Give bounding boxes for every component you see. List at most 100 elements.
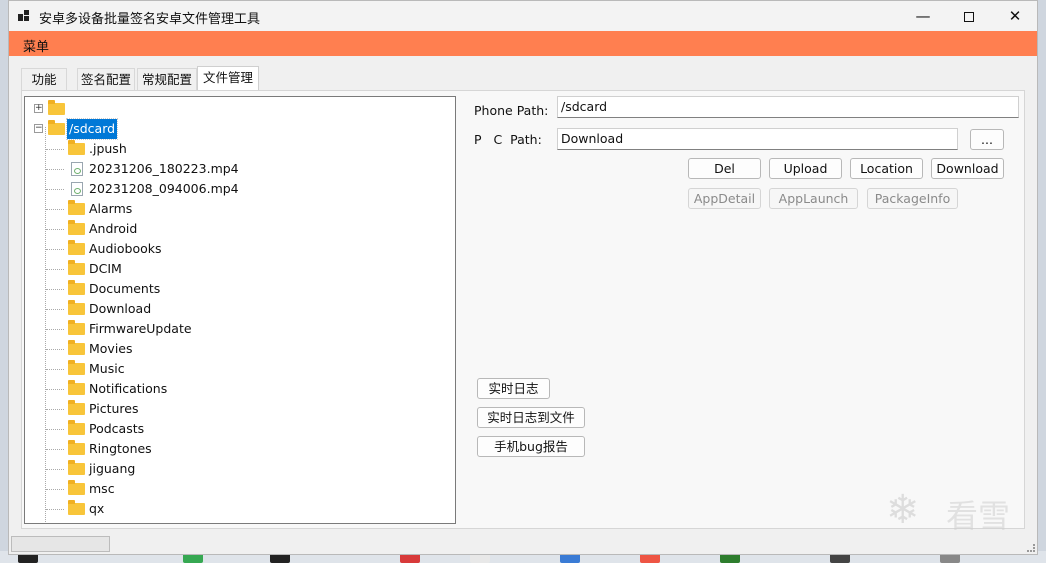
del-button[interactable]: Del <box>688 158 761 179</box>
package-info-button[interactable]: PackageInfo <box>867 188 958 209</box>
status-bar <box>9 534 1037 554</box>
app-launch-button[interactable]: AppLaunch <box>769 188 858 209</box>
app-detail-button[interactable]: AppDetail <box>688 188 761 209</box>
tree-node-label: Notifications <box>89 381 168 396</box>
folder-icon <box>68 300 85 315</box>
pc-path-field[interactable]: Download <box>557 128 958 150</box>
tree-node-folder[interactable]: Pictures <box>25 399 445 419</box>
download-button[interactable]: Download <box>931 158 1004 179</box>
close-icon: ✕ <box>1008 7 1022 25</box>
folder-icon <box>68 340 85 355</box>
folder-icon <box>68 200 85 215</box>
watermark-text: 看雪 <box>946 497 1011 535</box>
tree-node-folder[interactable]: Documents <box>25 279 445 299</box>
menu-item-main[interactable]: 菜单 <box>23 36 49 55</box>
tree-node-label: /sdcard <box>65 118 119 140</box>
phone-path-label: Phone Path: <box>474 103 549 118</box>
tree-node-label: Podcasts <box>89 421 145 436</box>
tree-node-folder[interactable]: Android <box>25 219 445 239</box>
tree-connector <box>46 409 64 410</box>
tree-node-label: Movies <box>89 341 133 356</box>
video-file-icon <box>71 162 83 176</box>
tree-node-folder[interactable]: qx <box>25 499 445 519</box>
tab-file-manager[interactable]: 文件管理 <box>197 66 259 90</box>
location-button[interactable]: Location <box>850 158 923 179</box>
tree-node-label: Ringtones <box>89 441 152 456</box>
folder-icon <box>48 120 65 135</box>
folder-icon <box>48 100 65 115</box>
tree-node-folder[interactable]: FirmwareUpdate <box>25 319 445 339</box>
phone-path-field[interactable]: /sdcard <box>557 96 1019 118</box>
tree-connector <box>46 149 64 150</box>
tree-connector <box>46 509 64 510</box>
tree-node-label: 20231206_180223.mp4 <box>89 161 239 176</box>
title-bar[interactable]: 安卓多设备批量签名安卓文件管理工具 — ✕ <box>9 1 1037 31</box>
tree-node-label: DCIM <box>89 261 122 276</box>
tree-node-folder[interactable]: .jpush <box>25 139 445 159</box>
status-progress-bar <box>11 536 110 552</box>
tree-node-folder[interactable]: Movies <box>25 339 445 359</box>
tree-connector <box>46 229 64 230</box>
tree-node-sdcard[interactable]: − /sdcard <box>25 118 445 140</box>
tree-node-label: qx <box>89 501 105 516</box>
tree-node-label: 20231208_094006.mp4 <box>89 181 239 196</box>
close-button[interactable]: ✕ <box>992 1 1037 31</box>
tree-node-folder[interactable]: Notifications <box>25 379 445 399</box>
realtime-log-to-file-button[interactable]: 实时日志到文件 <box>477 407 585 428</box>
tree-node-label: Audiobooks <box>89 241 162 256</box>
tree-connector <box>46 329 64 330</box>
tree-node-folder[interactable]: Podcasts <box>25 419 445 439</box>
maximize-button[interactable] <box>946 1 992 31</box>
tree-node-folder[interactable]: Alarms <box>25 199 445 219</box>
folder-icon <box>68 240 85 255</box>
snowflake-icon: ❄ <box>886 487 920 533</box>
folder-icon <box>68 420 85 435</box>
minimize-button[interactable]: — <box>900 1 946 31</box>
tree-connector <box>46 309 64 310</box>
folder-icon <box>68 260 85 275</box>
watermark-logo: ❄ 看雪 <box>886 487 1036 535</box>
tree-node-root-collapsed[interactable]: + <box>25 99 445 119</box>
folder-icon <box>68 140 85 155</box>
tree-connector <box>46 489 64 490</box>
tree-connector <box>46 189 64 190</box>
realtime-log-button[interactable]: 实时日志 <box>477 378 550 399</box>
folder-icon <box>68 320 85 335</box>
tree-connector <box>46 249 64 250</box>
browse-button[interactable]: ... <box>970 129 1004 150</box>
bug-report-button[interactable]: 手机bug报告 <box>477 436 585 457</box>
tree-connector <box>46 369 64 370</box>
tree-node-folder[interactable]: Download <box>25 299 445 319</box>
expand-icon[interactable]: + <box>34 104 43 113</box>
video-file-icon <box>71 182 83 196</box>
tree-node-label: Music <box>89 361 125 376</box>
tree-node-folder[interactable]: Ringtones <box>25 439 445 459</box>
folder-icon <box>68 500 85 515</box>
tree-node-label: .jpush <box>89 141 127 156</box>
window-title: 安卓多设备批量签名安卓文件管理工具 <box>39 12 261 27</box>
folder-icon <box>68 400 85 415</box>
tree-connector <box>46 429 64 430</box>
tree-node-folder[interactable]: Music <box>25 359 445 379</box>
tree-node-label: jiguang <box>89 461 136 476</box>
collapse-icon[interactable]: − <box>34 124 43 133</box>
tree-node-label: Pictures <box>89 401 139 416</box>
tab-functions[interactable]: 功能 <box>21 68 67 90</box>
tree-node-file[interactable]: 20231206_180223.mp4 <box>25 159 445 179</box>
upload-button[interactable]: Upload <box>769 158 842 179</box>
tree-node-file[interactable]: 20231208_094006.mp4 <box>25 179 445 199</box>
tab-signing-config[interactable]: 签名配置 <box>77 68 135 90</box>
resize-grip-icon[interactable] <box>1027 544 1035 552</box>
tree-node-folder[interactable]: msc <box>25 479 445 499</box>
maximize-icon <box>964 11 974 22</box>
pc-path-label: P C Path: <box>474 132 542 147</box>
tree-node-folder[interactable]: jiguang <box>25 459 445 479</box>
tree-node-folder[interactable]: DCIM <box>25 259 445 279</box>
file-tree[interactable]: + − /sdcard .jpush 20231206_180223.mp4 202… <box>24 96 456 524</box>
tree-connector <box>46 469 64 470</box>
main-window: 安卓多设备批量签名安卓文件管理工具 — ✕ 菜单 功能 签名配置 常规配置 文件… <box>8 0 1038 555</box>
menu-bar: 菜单 <box>9 31 1037 56</box>
tree-connector <box>46 349 64 350</box>
tab-general-config[interactable]: 常规配置 <box>137 68 197 90</box>
tree-node-folder[interactable]: Audiobooks <box>25 239 445 259</box>
